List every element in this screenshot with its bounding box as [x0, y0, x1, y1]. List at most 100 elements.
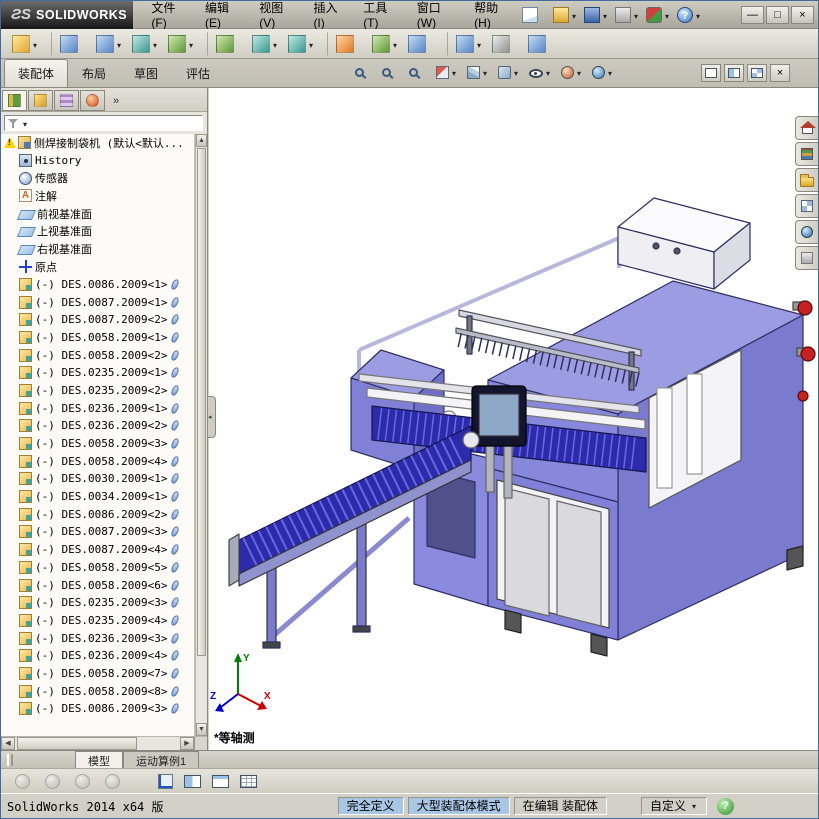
- featuremanager-tab-icon[interactable]: [2, 90, 27, 111]
- tree-item[interactable]: (-) DES.0030.2009<1>: [1, 470, 194, 488]
- edit-appearance-icon[interactable]: [559, 63, 585, 81]
- close-pane-icon[interactable]: ×: [770, 64, 790, 82]
- design-library-icon[interactable]: [795, 142, 818, 166]
- instant3d-icon[interactable]: [525, 32, 558, 56]
- appearances-scenes-icon[interactable]: [795, 220, 818, 244]
- panel-collapse-handle[interactable]: [208, 396, 216, 438]
- axis-tool-icon[interactable]: [158, 773, 173, 789]
- custom-properties-icon[interactable]: [795, 246, 818, 270]
- tree-item[interactable]: (-) DES.0086.2009<2>: [1, 505, 194, 523]
- tree-item[interactable]: (-) DES.0086.2009<1>: [1, 276, 194, 294]
- scroll-left-icon[interactable]: [1, 737, 15, 750]
- tree-item[interactable]: (-) DES.0235.2009<2>: [1, 382, 194, 400]
- view-palette-icon[interactable]: [795, 194, 818, 218]
- open-document-icon[interactable]: [552, 6, 579, 24]
- scroll-down-icon[interactable]: [196, 723, 207, 736]
- machine-model[interactable]: [228, 197, 816, 657]
- minimize-button[interactable]: —: [741, 5, 764, 24]
- disabled-tool-icon-2[interactable]: [45, 773, 60, 789]
- tab-assembly[interactable]: 装配体: [4, 59, 69, 87]
- tree-item[interactable]: (-) DES.0087.2009<4>: [1, 541, 194, 559]
- tree-item[interactable]: (-) DES.0235.2009<4>: [1, 612, 194, 630]
- custom-dropdown[interactable]: 自定义: [640, 797, 707, 815]
- split-window-icon[interactable]: [184, 774, 201, 788]
- tree-item[interactable]: (-) DES.0058.2009<2>: [1, 346, 194, 364]
- solidworks-resources-icon[interactable]: [795, 116, 818, 140]
- panel-overflow-chevron-icon[interactable]: »: [107, 90, 123, 111]
- tree-item[interactable]: (-) DES.0087.2009<3>: [1, 523, 194, 541]
- viewport-two-pane-icon[interactable]: [724, 64, 744, 82]
- tree-item[interactable]: 注解: [1, 187, 194, 205]
- move-component-icon[interactable]: [165, 32, 198, 56]
- large-assembly-mode-badge[interactable]: 大型装配体模式: [407, 797, 510, 815]
- tree-item[interactable]: (-) DES.0058.2009<6>: [1, 576, 194, 594]
- section-view-icon[interactable]: [434, 63, 460, 81]
- tree-item[interactable]: 上视基准面: [1, 222, 194, 240]
- new-motion-study-icon[interactable]: [327, 31, 366, 56]
- tree-filter-input[interactable]: [4, 115, 203, 131]
- scroll-thumb[interactable]: [197, 148, 206, 656]
- grid-table-icon[interactable]: [240, 774, 257, 788]
- assembly-features-icon[interactable]: [249, 32, 282, 56]
- linear-component-pattern-icon[interactable]: [93, 32, 126, 56]
- tree-item[interactable]: 传感器: [1, 169, 194, 187]
- explode-line-sketch-icon[interactable]: [447, 31, 486, 56]
- viewport-single-icon[interactable]: [701, 64, 721, 82]
- bill-of-materials-icon[interactable]: [369, 32, 402, 56]
- tree-item[interactable]: (-) DES.0058.2009<7>: [1, 665, 194, 683]
- smart-fasteners-icon[interactable]: [129, 32, 162, 56]
- tree-horizontal-scrollbar[interactable]: [1, 736, 207, 750]
- dimxpertmanager-tab-icon[interactable]: [80, 90, 105, 111]
- show-hidden-components-icon[interactable]: [207, 31, 246, 56]
- tree-item[interactable]: (-) DES.0235.2009<1>: [1, 364, 194, 382]
- new-document-icon[interactable]: [521, 6, 548, 24]
- tree-item[interactable]: (-) DES.0058.2009<1>: [1, 329, 194, 347]
- tree-item[interactable]: (-) DES.0087.2009<2>: [1, 311, 194, 329]
- tree-item[interactable]: 原点: [1, 258, 194, 276]
- tree-root-item[interactable]: 侧焊接制袋机 (默认<默认...: [1, 134, 194, 152]
- configurationmanager-tab-icon[interactable]: [54, 90, 79, 111]
- zoom-fit-icon[interactable]: [353, 63, 375, 81]
- tree-item[interactable]: (-) DES.0087.2009<1>: [1, 293, 194, 311]
- tree-item[interactable]: (-) DES.0058.2009<4>: [1, 452, 194, 470]
- tree-item[interactable]: (-) DES.0236.2009<3>: [1, 629, 194, 647]
- tree-item[interactable]: (-) DES.0086.2009<3>: [1, 700, 194, 718]
- insert-components-icon[interactable]: [9, 32, 42, 56]
- tree-item[interactable]: (-) DES.0058.2009<8>: [1, 682, 194, 700]
- propertymanager-tab-icon[interactable]: [28, 90, 53, 111]
- disabled-tool-icon-3[interactable]: [75, 773, 90, 789]
- display-style-icon[interactable]: [496, 63, 522, 81]
- tree-item[interactable]: 前视基准面: [1, 205, 194, 223]
- scroll-up-icon[interactable]: [196, 134, 207, 147]
- reference-geometry-icon[interactable]: [285, 32, 318, 56]
- interference-detection-icon[interactable]: [489, 32, 522, 56]
- splitter-grip[interactable]: [7, 754, 13, 766]
- save-icon[interactable]: [583, 6, 610, 24]
- apply-scene-icon[interactable]: [590, 63, 616, 81]
- tree-item[interactable]: 右视基准面: [1, 240, 194, 258]
- close-button[interactable]: ×: [791, 5, 814, 24]
- view-orientation-icon[interactable]: [465, 63, 491, 81]
- tree-item[interactable]: (-) DES.0236.2009<1>: [1, 399, 194, 417]
- disabled-tool-icon-4[interactable]: [105, 773, 120, 789]
- scroll-right-icon[interactable]: [180, 737, 194, 750]
- print-icon[interactable]: [614, 6, 641, 24]
- maximize-button[interactable]: □: [766, 5, 789, 24]
- hide-show-items-icon[interactable]: [527, 63, 554, 81]
- quick-tips-help-icon[interactable]: ?: [717, 797, 734, 815]
- graphics-viewport[interactable]: Y X Z *等轴测: [209, 88, 818, 750]
- file-explorer-icon[interactable]: [795, 168, 818, 192]
- tree-vertical-scrollbar[interactable]: [195, 134, 207, 736]
- tab-sketch[interactable]: 草图: [120, 59, 172, 87]
- tab-motion-study-1[interactable]: 运动算例1: [123, 751, 200, 768]
- tree-item[interactable]: History: [1, 152, 194, 170]
- tree-item[interactable]: (-) DES.0235.2009<3>: [1, 594, 194, 612]
- exploded-view-icon[interactable]: [405, 32, 438, 56]
- pane-window-icon[interactable]: [212, 774, 229, 788]
- options-icon[interactable]: [645, 6, 672, 24]
- zoom-area-icon[interactable]: [380, 63, 402, 81]
- viewport-four-pane-icon[interactable]: [747, 64, 767, 82]
- tree-item[interactable]: (-) DES.0058.2009<3>: [1, 435, 194, 453]
- tree-item[interactable]: (-) DES.0058.2009<5>: [1, 559, 194, 577]
- tab-model[interactable]: 模型: [75, 751, 123, 768]
